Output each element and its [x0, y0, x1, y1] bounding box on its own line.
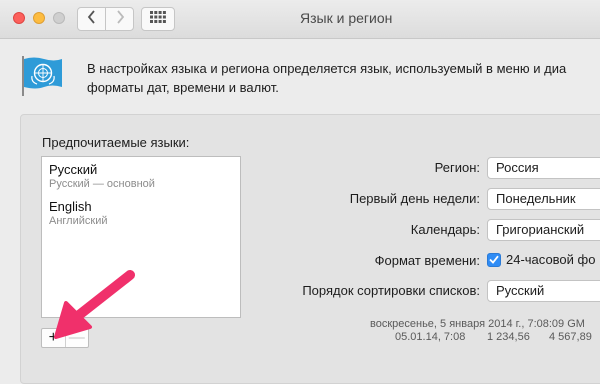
preferred-languages-label: Предпочитаемые языки: — [42, 135, 190, 150]
language-name: English — [49, 199, 92, 214]
language-name: Русский — [49, 162, 98, 177]
region-popup[interactable]: Россия — [487, 157, 600, 179]
time-format-checkbox-label: 24-часовой фо — [506, 252, 596, 267]
titlebar: Язык и регион — [0, 0, 600, 39]
sample-date-long: воскресенье, 5 января 2014 г., 7:08:09 G… — [370, 318, 585, 330]
sample-number: 1 234,56 — [487, 331, 530, 343]
region-label: Регион: — [434, 160, 480, 175]
first-day-popup[interactable]: Понедельник — [487, 188, 600, 210]
chevron-right-icon — [115, 10, 125, 28]
time-format-row: Формат времени: 24-часовой фо — [270, 250, 600, 272]
sort-order-popup[interactable]: Русский — [487, 280, 600, 302]
close-window-button[interactable] — [13, 12, 25, 24]
time-format-checkbox-wrap[interactable]: 24-часовой фо — [487, 252, 595, 267]
header-description: В настройках языка и региона определяетс… — [87, 59, 600, 97]
minimize-window-button[interactable] — [33, 12, 45, 24]
language-detail: Русский — основной — [49, 178, 155, 190]
back-button[interactable] — [78, 8, 105, 30]
window-title: Язык и регион — [300, 10, 393, 26]
forward-button[interactable] — [105, 8, 133, 30]
language-item-russian[interactable]: Русский Русский — основной — [49, 162, 155, 190]
sample-currency: 4 567,89 — [549, 331, 592, 343]
region-row: Регион: Россия — [270, 157, 600, 179]
navigation-buttons — [77, 7, 134, 31]
un-flag-icon — [20, 54, 64, 103]
first-day-row: Первый день недели: Понедельник — [270, 188, 600, 210]
sort-order-label: Порядок сортировки списков: — [302, 283, 480, 298]
pink-arrow-annotation — [50, 265, 140, 350]
calendar-popup[interactable]: Григорианский — [487, 219, 600, 241]
calendar-label: Календарь: — [410, 222, 480, 237]
calendar-row: Календарь: Григорианский — [270, 219, 600, 241]
zoom-window-button[interactable] — [53, 12, 65, 24]
sample-date-short: 05.01.14, 7:08 — [395, 331, 466, 343]
description-line-2: форматы дат, времени и валют. — [87, 80, 279, 95]
language-detail: Английский — [49, 215, 108, 227]
language-item-english[interactable]: English Английский — [49, 199, 108, 227]
time-format-label: Формат времени: — [374, 253, 480, 268]
grid-icon — [150, 10, 166, 28]
time-format-checkbox[interactable] — [487, 252, 501, 267]
first-day-label: Первый день недели: — [349, 191, 480, 206]
description-line-1: В настройках языка и региона определяетс… — [87, 61, 567, 76]
show-all-button[interactable] — [141, 7, 175, 31]
sort-order-row: Порядок сортировки списков: Русский — [270, 280, 600, 302]
chevron-left-icon — [87, 10, 97, 28]
